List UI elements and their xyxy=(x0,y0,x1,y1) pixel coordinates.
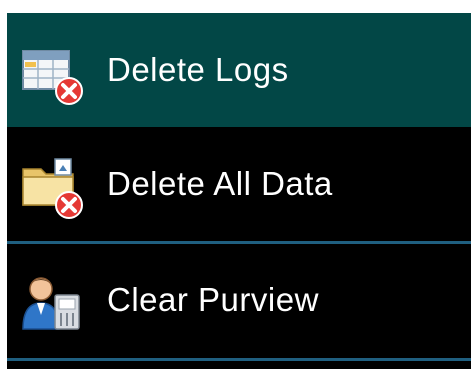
delete-logs-icon xyxy=(21,41,85,105)
menu-item-label: Delete All Data xyxy=(107,165,333,202)
menu-divider xyxy=(7,358,471,361)
menu-panel: Delete Logs Delete All Data Clear Purvie… xyxy=(7,13,471,369)
menu-item-label: Clear Purview xyxy=(107,281,319,318)
menu-item-delete-logs[interactable]: Delete Logs xyxy=(7,13,471,127)
delete-all-data-icon xyxy=(21,155,85,219)
menu-item-clear-purview[interactable]: Clear Purview xyxy=(7,243,471,357)
clear-purview-icon xyxy=(21,271,85,335)
menu-item-label: Delete Logs xyxy=(107,51,289,88)
menu-item-delete-all-data[interactable]: Delete All Data xyxy=(7,127,471,241)
